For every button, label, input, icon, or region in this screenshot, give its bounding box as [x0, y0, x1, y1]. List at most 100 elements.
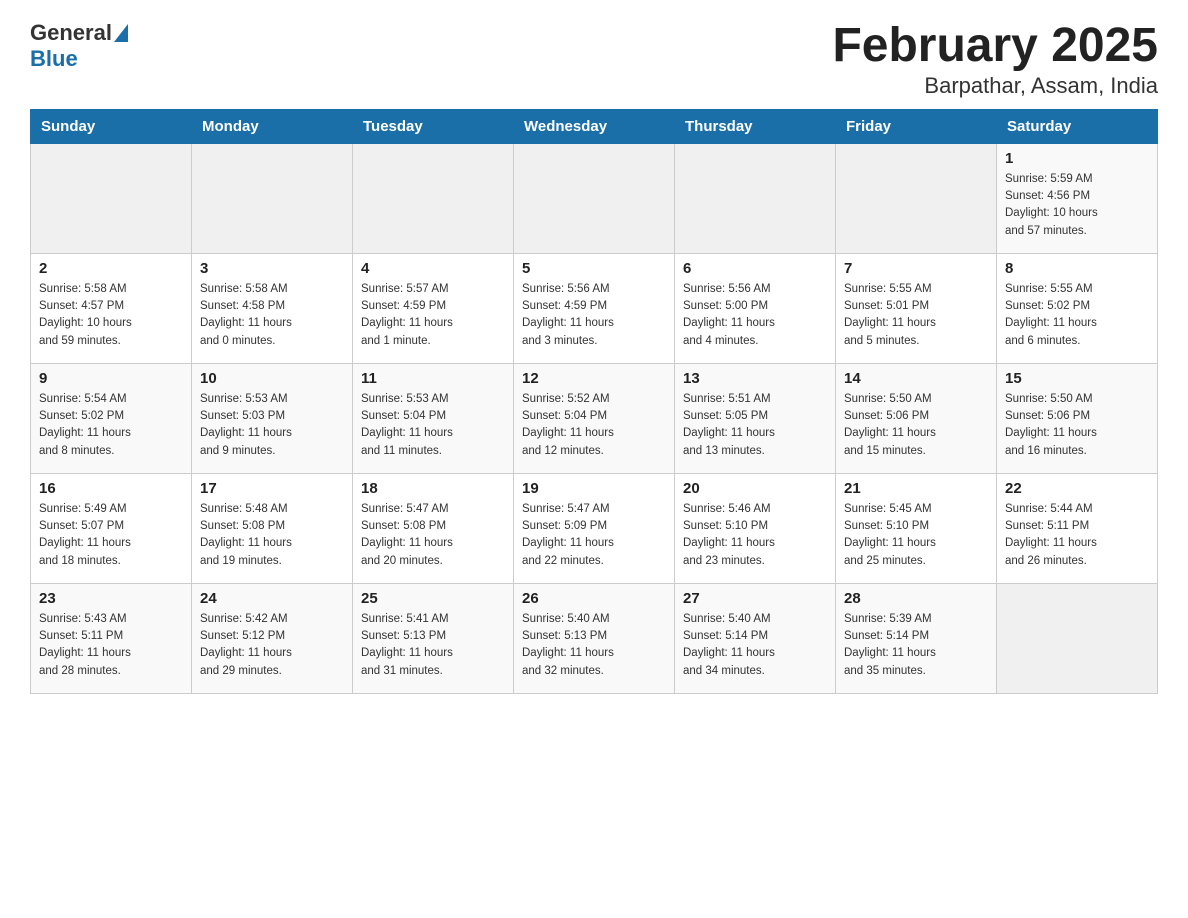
calendar-cell: 20 Sunrise: 5:46 AM Sunset: 5:10 PM Dayli…	[675, 473, 836, 583]
calendar-table: SundayMondayTuesdayWednesdayThursdayFrid…	[30, 109, 1158, 694]
day-info: Sunrise: 5:46 AM Sunset: 5:10 PM Dayligh…	[683, 501, 827, 570]
logo-triangle-icon	[114, 24, 128, 42]
day-info: Sunrise: 5:56 AM Sunset: 5:00 PM Dayligh…	[683, 281, 827, 350]
calendar-cell: 10 Sunrise: 5:53 AM Sunset: 5:03 PM Dayli…	[192, 363, 353, 473]
day-number: 5	[522, 260, 666, 277]
calendar-cell: 5 Sunrise: 5:56 AM Sunset: 4:59 PM Daylig…	[514, 253, 675, 363]
calendar-cell: 27 Sunrise: 5:40 AM Sunset: 5:14 PM Dayli…	[675, 583, 836, 693]
day-info: Sunrise: 5:52 AM Sunset: 5:04 PM Dayligh…	[522, 391, 666, 460]
day-info: Sunrise: 5:49 AM Sunset: 5:07 PM Dayligh…	[39, 501, 183, 570]
day-info: Sunrise: 5:47 AM Sunset: 5:08 PM Dayligh…	[361, 501, 505, 570]
day-number: 1	[1005, 150, 1149, 167]
day-number: 26	[522, 590, 666, 607]
day-info: Sunrise: 5:50 AM Sunset: 5:06 PM Dayligh…	[844, 391, 988, 460]
calendar-cell: 15Sunrise: 5:50 AM Sunset: 5:06 PM Dayli…	[997, 363, 1158, 473]
day-number: 24	[200, 590, 344, 607]
calendar-cell	[31, 143, 192, 253]
day-info: Sunrise: 5:55 AM Sunset: 5:02 PM Dayligh…	[1005, 281, 1149, 350]
day-number: 2	[39, 260, 183, 277]
day-number: 16	[39, 480, 183, 497]
calendar-cell: 16 Sunrise: 5:49 AM Sunset: 5:07 PM Dayli…	[31, 473, 192, 583]
calendar-cell: 14 Sunrise: 5:50 AM Sunset: 5:06 PM Dayli…	[836, 363, 997, 473]
logo-general-text: General	[30, 20, 112, 46]
day-info: Sunrise: 5:47 AM Sunset: 5:09 PM Dayligh…	[522, 501, 666, 570]
day-info: Sunrise: 5:43 AM Sunset: 5:11 PM Dayligh…	[39, 611, 183, 680]
calendar-cell: 2 Sunrise: 5:58 AM Sunset: 4:57 PM Daylig…	[31, 253, 192, 363]
calendar-week-row: 9 Sunrise: 5:54 AM Sunset: 5:02 PM Daylig…	[31, 363, 1158, 473]
calendar-cell: 8 Sunrise: 5:55 AM Sunset: 5:02 PM Daylig…	[997, 253, 1158, 363]
day-info: Sunrise: 5:48 AM Sunset: 5:08 PM Dayligh…	[200, 501, 344, 570]
day-number: 28	[844, 590, 988, 607]
weekday-header-row: SundayMondayTuesdayWednesdayThursdayFrid…	[31, 109, 1158, 143]
calendar-cell: 28 Sunrise: 5:39 AM Sunset: 5:14 PM Dayli…	[836, 583, 997, 693]
day-number: 8	[1005, 260, 1149, 277]
calendar-cell	[836, 143, 997, 253]
day-number: 23	[39, 590, 183, 607]
weekday-header-saturday: Saturday	[997, 109, 1158, 143]
day-number: 3	[200, 260, 344, 277]
logo: General Blue	[30, 20, 128, 72]
day-number: 14	[844, 370, 988, 387]
page-header: General Blue February 2025 Barpathar, As…	[30, 20, 1158, 99]
calendar-cell: 11 Sunrise: 5:53 AM Sunset: 5:04 PM Dayli…	[353, 363, 514, 473]
calendar-cell: 7Sunrise: 5:55 AM Sunset: 5:01 PM Daylig…	[836, 253, 997, 363]
day-info: Sunrise: 5:58 AM Sunset: 4:57 PM Dayligh…	[39, 281, 183, 350]
day-info: Sunrise: 5:44 AM Sunset: 5:11 PM Dayligh…	[1005, 501, 1149, 570]
day-info: Sunrise: 5:40 AM Sunset: 5:13 PM Dayligh…	[522, 611, 666, 680]
day-info: Sunrise: 5:41 AM Sunset: 5:13 PM Dayligh…	[361, 611, 505, 680]
day-info: Sunrise: 5:53 AM Sunset: 5:03 PM Dayligh…	[200, 391, 344, 460]
day-number: 21	[844, 480, 988, 497]
calendar-cell: 25Sunrise: 5:41 AM Sunset: 5:13 PM Dayli…	[353, 583, 514, 693]
day-number: 13	[683, 370, 827, 387]
day-info: Sunrise: 5:40 AM Sunset: 5:14 PM Dayligh…	[683, 611, 827, 680]
day-info: Sunrise: 5:42 AM Sunset: 5:12 PM Dayligh…	[200, 611, 344, 680]
calendar-cell	[997, 583, 1158, 693]
day-number: 20	[683, 480, 827, 497]
day-number: 11	[361, 370, 505, 387]
logo-blue-text: Blue	[30, 46, 78, 72]
calendar-cell: 6 Sunrise: 5:56 AM Sunset: 5:00 PM Daylig…	[675, 253, 836, 363]
day-info: Sunrise: 5:50 AM Sunset: 5:06 PM Dayligh…	[1005, 391, 1149, 460]
day-number: 6	[683, 260, 827, 277]
weekday-header-friday: Friday	[836, 109, 997, 143]
calendar-subtitle: Barpathar, Assam, India	[832, 73, 1158, 99]
day-number: 18	[361, 480, 505, 497]
day-info: Sunrise: 5:59 AM Sunset: 4:56 PM Dayligh…	[1005, 171, 1149, 240]
calendar-cell: 18 Sunrise: 5:47 AM Sunset: 5:08 PM Dayli…	[353, 473, 514, 583]
calendar-cell: 22 Sunrise: 5:44 AM Sunset: 5:11 PM Dayli…	[997, 473, 1158, 583]
day-number: 27	[683, 590, 827, 607]
day-info: Sunrise: 5:57 AM Sunset: 4:59 PM Dayligh…	[361, 281, 505, 350]
weekday-header-sunday: Sunday	[31, 109, 192, 143]
calendar-cell: 17 Sunrise: 5:48 AM Sunset: 5:08 PM Dayli…	[192, 473, 353, 583]
day-info: Sunrise: 5:55 AM Sunset: 5:01 PM Dayligh…	[844, 281, 988, 350]
day-info: Sunrise: 5:56 AM Sunset: 4:59 PM Dayligh…	[522, 281, 666, 350]
day-info: Sunrise: 5:54 AM Sunset: 5:02 PM Dayligh…	[39, 391, 183, 460]
day-number: 22	[1005, 480, 1149, 497]
day-number: 10	[200, 370, 344, 387]
day-info: Sunrise: 5:53 AM Sunset: 5:04 PM Dayligh…	[361, 391, 505, 460]
calendar-week-row: 1 Sunrise: 5:59 AM Sunset: 4:56 PM Daylig…	[31, 143, 1158, 253]
day-number: 4	[361, 260, 505, 277]
calendar-cell	[192, 143, 353, 253]
day-info: Sunrise: 5:39 AM Sunset: 5:14 PM Dayligh…	[844, 611, 988, 680]
calendar-cell: 1 Sunrise: 5:59 AM Sunset: 4:56 PM Daylig…	[997, 143, 1158, 253]
title-block: February 2025 Barpathar, Assam, India	[832, 20, 1158, 99]
calendar-cell: 3 Sunrise: 5:58 AM Sunset: 4:58 PM Daylig…	[192, 253, 353, 363]
day-info: Sunrise: 5:45 AM Sunset: 5:10 PM Dayligh…	[844, 501, 988, 570]
day-number: 9	[39, 370, 183, 387]
weekday-header-monday: Monday	[192, 109, 353, 143]
day-number: 12	[522, 370, 666, 387]
calendar-cell: 13 Sunrise: 5:51 AM Sunset: 5:05 PM Dayli…	[675, 363, 836, 473]
calendar-cell	[675, 143, 836, 253]
calendar-title: February 2025	[832, 20, 1158, 73]
day-info: Sunrise: 5:58 AM Sunset: 4:58 PM Dayligh…	[200, 281, 344, 350]
calendar-cell: 4 Sunrise: 5:57 AM Sunset: 4:59 PM Daylig…	[353, 253, 514, 363]
weekday-header-thursday: Thursday	[675, 109, 836, 143]
day-number: 17	[200, 480, 344, 497]
calendar-cell	[353, 143, 514, 253]
weekday-header-wednesday: Wednesday	[514, 109, 675, 143]
day-info: Sunrise: 5:51 AM Sunset: 5:05 PM Dayligh…	[683, 391, 827, 460]
calendar-cell: 19 Sunrise: 5:47 AM Sunset: 5:09 PM Dayli…	[514, 473, 675, 583]
calendar-cell: 12 Sunrise: 5:52 AM Sunset: 5:04 PM Dayli…	[514, 363, 675, 473]
day-number: 19	[522, 480, 666, 497]
